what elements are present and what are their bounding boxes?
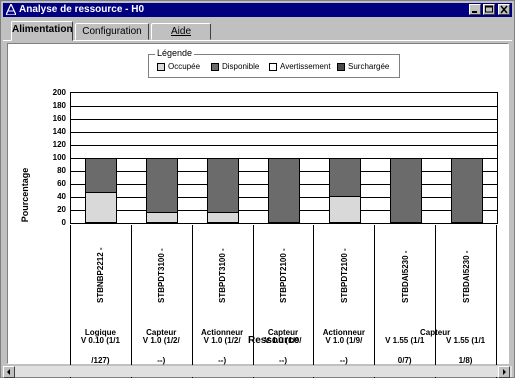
bar[interactable]	[268, 158, 300, 223]
legend-box: Légende Occupée Disponible Avertissement…	[148, 48, 400, 78]
tab-strip-line	[3, 40, 512, 41]
category-name: STBNBP2212 -	[96, 239, 108, 305]
legend-swatch-disponible	[211, 63, 219, 71]
close-button[interactable]	[498, 4, 510, 15]
bar[interactable]	[328, 158, 361, 223]
legend-label-surchargee: Surchargée	[348, 62, 390, 71]
scroll-left-button[interactable]	[3, 366, 15, 378]
minimize-button[interactable]	[469, 4, 481, 15]
app-window: Analyse de ressource - H0 Alimentation C…	[0, 0, 515, 378]
y-axis-title: Pourcentage	[20, 167, 30, 223]
legend-label-occupee: Occupée	[168, 62, 201, 71]
bar-segment-disponible	[329, 159, 360, 197]
tab-alimentation[interactable]: Alimentation	[11, 21, 73, 41]
x-axis-title: Ressource	[248, 335, 300, 346]
category-name: STBDAI5230 -	[462, 239, 474, 305]
chart-panel: Légende Occupée Disponible Avertissement…	[7, 43, 509, 378]
bar-segment-disponible	[451, 159, 482, 222]
category-name-text: STBDAI5230 -	[400, 250, 410, 303]
category-name-text: STBDAI5230 -	[461, 250, 471, 303]
title-bar[interactable]: Analyse de ressource - H0	[3, 3, 512, 17]
minimize-icon	[472, 11, 477, 13]
close-icon	[500, 5, 508, 14]
app-triangle-icon	[6, 4, 16, 15]
bar-segment-disponible	[147, 159, 178, 212]
legend-label-disponible: Disponible	[222, 62, 260, 71]
category-name-text: STBPDT2100 -	[339, 248, 349, 303]
category-name: STBPDT2100 -	[279, 239, 291, 305]
gridline	[71, 145, 497, 146]
tab-configuration[interactable]: Configuration	[75, 23, 149, 40]
group-label: Logique	[84, 328, 116, 337]
y-tick-label: 120	[52, 140, 66, 149]
category-name-text: STBPDT3100 -	[157, 248, 167, 303]
group-label: Capteur	[146, 328, 177, 337]
bar[interactable]	[389, 158, 422, 223]
category-name-text: STBPDT2100 -	[279, 248, 288, 303]
gridline	[71, 132, 497, 133]
legend-swatch-surchargee	[337, 63, 345, 71]
y-tick-label: 140	[52, 127, 66, 136]
bar[interactable]	[450, 158, 483, 223]
category-name: STBPDT3100 -	[218, 239, 230, 305]
arrow-right-icon	[503, 369, 506, 375]
legend-title: Légende	[155, 48, 195, 58]
y-tick-label: 60	[57, 179, 66, 188]
group-label: Actionneur	[201, 328, 244, 337]
maximize-icon	[485, 5, 493, 13]
y-tick-label: 180	[52, 101, 66, 110]
scroll-right-button[interactable]	[498, 366, 510, 378]
y-tick-label: 20	[57, 205, 66, 214]
category-name-text: STBNBP2212 -	[96, 247, 106, 303]
legend-swatch-avertissement	[269, 63, 277, 71]
gridline	[71, 106, 497, 107]
group-label: Actionneur	[322, 328, 365, 337]
bar[interactable]	[85, 158, 118, 223]
category-name: STBPDT2100 -	[340, 239, 352, 305]
category-name: STBPDT3100 -	[157, 239, 169, 305]
tab-aide[interactable]: Aide	[151, 23, 211, 40]
y-tick-label: 200	[52, 88, 66, 97]
bar[interactable]	[207, 158, 240, 223]
plot-area	[70, 92, 498, 224]
bar-segment-occupee	[86, 192, 117, 222]
category-name-text: STBPDT3100 -	[218, 248, 228, 303]
horizontal-scrollbar[interactable]	[3, 365, 512, 378]
bar-segment-disponible	[86, 159, 117, 193]
bar-segment-occupee	[329, 196, 360, 222]
category-name: STBDAI5230 -	[401, 239, 413, 305]
category-axis: STBNBP2212 -V 0.10 (1/1/127) STBPDT3100 -…	[70, 225, 498, 378]
y-tick-label: 0	[61, 218, 66, 227]
gridline	[71, 119, 497, 120]
y-tick-label: 100	[52, 153, 66, 162]
y-tick-label: 40	[57, 192, 66, 201]
bar-segment-occupee	[208, 211, 239, 222]
y-tick-label: 160	[52, 114, 66, 123]
category-separator	[496, 225, 497, 378]
group-label: Capteur	[420, 328, 451, 337]
bar-segment-occupee	[147, 211, 178, 222]
arrow-left-icon	[7, 369, 10, 375]
window-title: Analyse de ressource - H0	[19, 4, 145, 15]
legend-swatch-occupee	[157, 63, 165, 71]
bar-segment-disponible	[269, 159, 299, 222]
bar-segment-disponible	[208, 159, 239, 212]
bar[interactable]	[146, 158, 179, 223]
maximize-button[interactable]	[483, 4, 495, 15]
y-tick-label: 80	[57, 166, 66, 175]
bar-segment-disponible	[390, 159, 421, 222]
legend-label-avertissement: Avertissement	[280, 62, 331, 71]
